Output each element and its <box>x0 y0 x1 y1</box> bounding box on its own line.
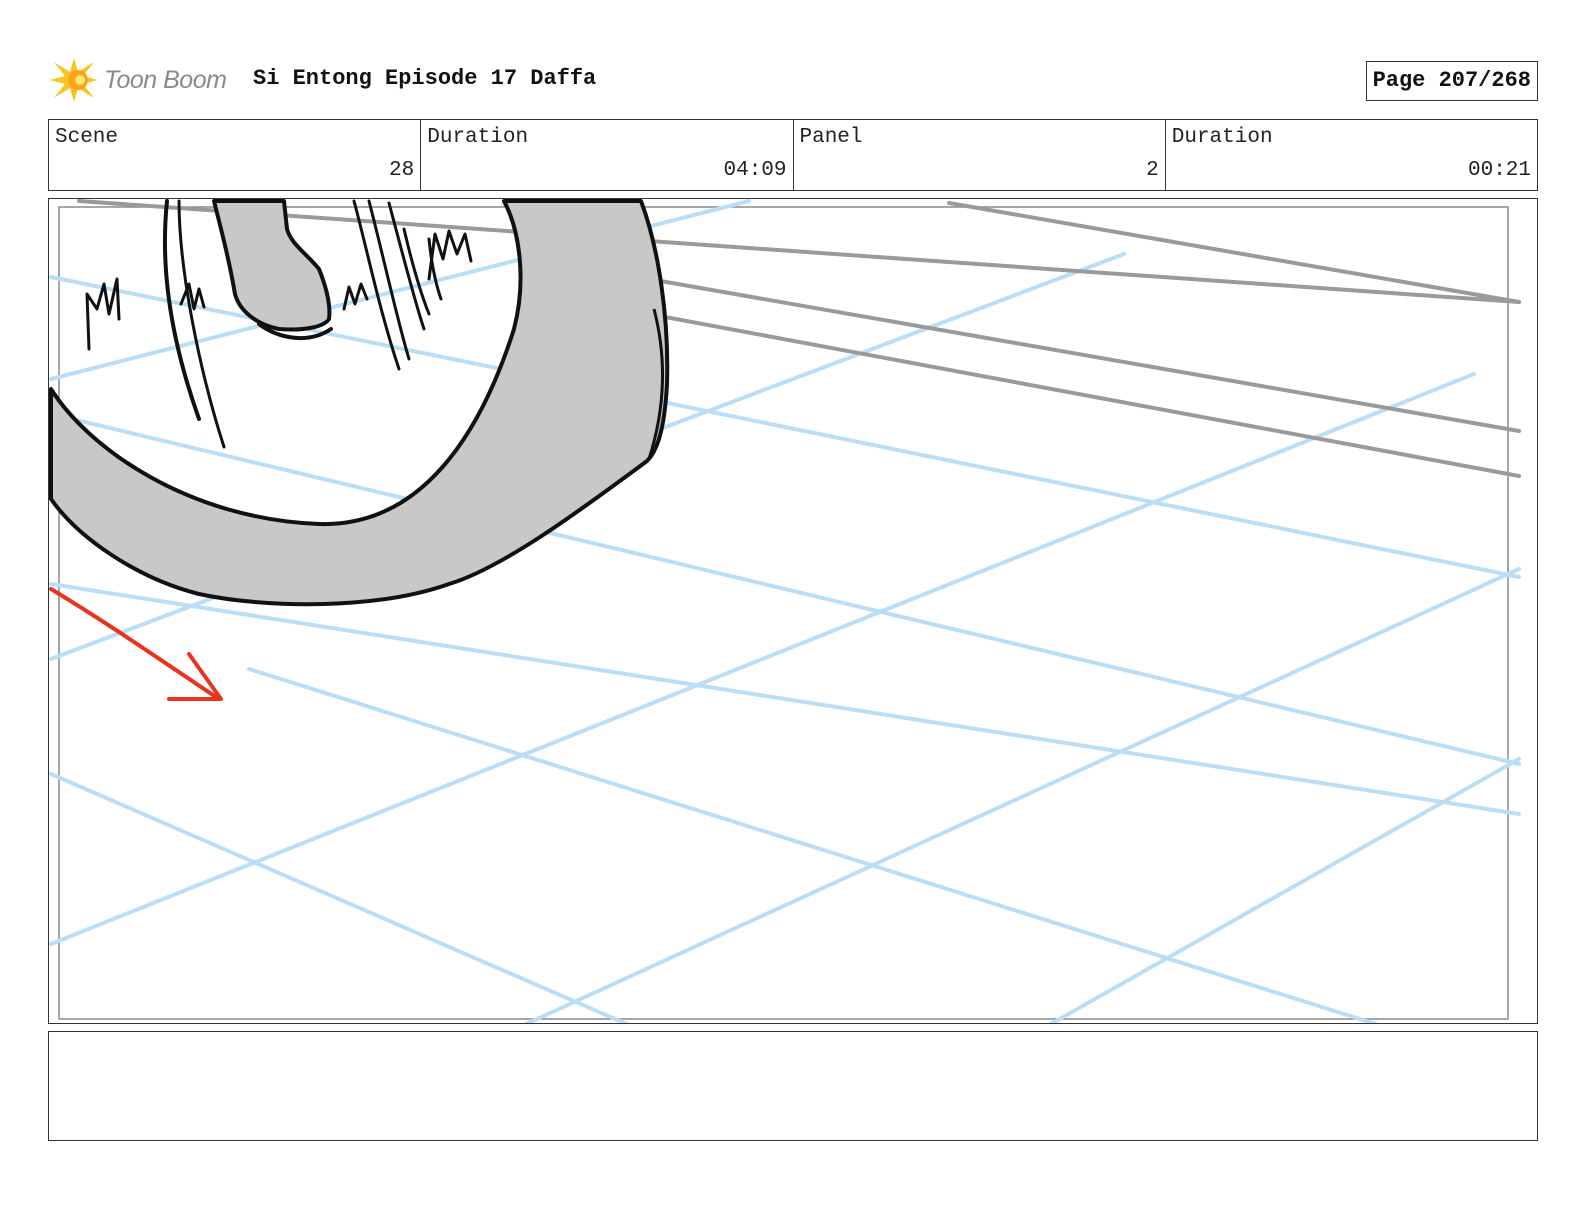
panel-info-table: Scene 28 Duration 04:09 Panel 2 Duration… <box>48 119 1538 191</box>
storyboard-panel <box>48 198 1538 1024</box>
panel-duration-value: 00:21 <box>1467 159 1531 182</box>
panel-cell: Panel 2 <box>794 120 1166 190</box>
page-header: Toon Boom Si Entong Episode 17 Daffa Pag… <box>48 54 1538 106</box>
brand-name: Toon Boom <box>104 65 227 94</box>
toon-boom-star-icon <box>50 58 98 102</box>
panel-drawing <box>49 199 1521 1023</box>
scene-duration-value: 04:09 <box>723 159 787 182</box>
scene-label: Scene <box>55 126 119 149</box>
character-foot <box>212 199 333 341</box>
document-title: Si Entong Episode 17 Daffa <box>253 66 597 91</box>
panel-label: Panel <box>799 126 863 149</box>
page-indicator: Page 207/268 <box>1365 61 1538 101</box>
scene-cell: Scene 28 <box>49 120 422 190</box>
panel-notes-box <box>48 1031 1538 1141</box>
scene-value: 28 <box>389 159 415 182</box>
panel-duration-label: Duration <box>1171 126 1273 149</box>
panel-duration-cell: Duration 00:21 <box>1166 120 1537 190</box>
scene-duration-label: Duration <box>427 126 529 149</box>
wheel-ring <box>49 199 670 607</box>
panel-value: 2 <box>1146 159 1159 182</box>
scene-duration-cell: Duration 04:09 <box>421 120 794 190</box>
brand-logo: Toon Boom <box>48 54 238 106</box>
